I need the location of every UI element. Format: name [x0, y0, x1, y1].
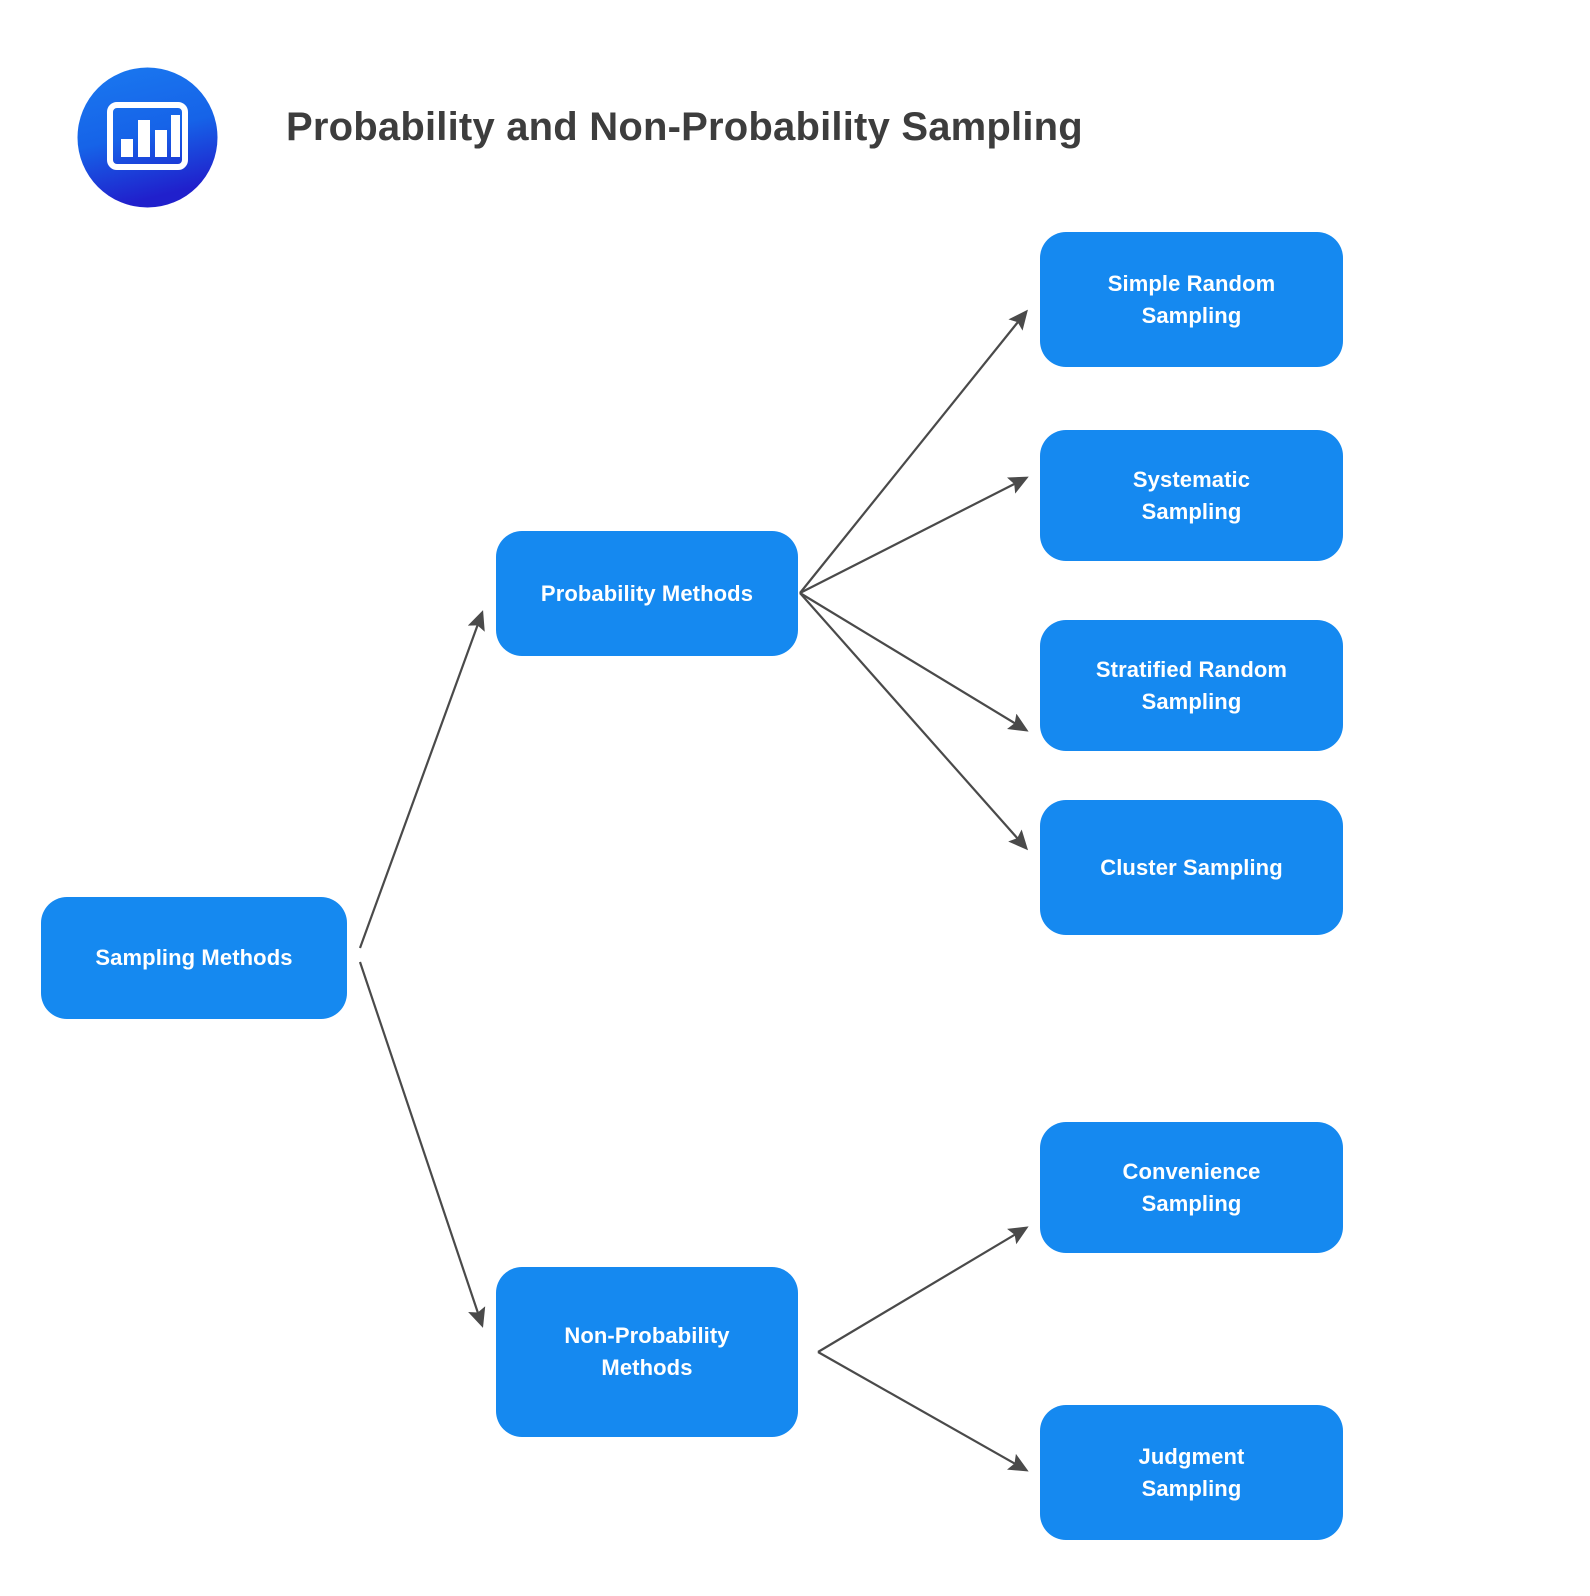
node-convenience[interactable]: Convenience Sampling: [1040, 1122, 1343, 1253]
edge-prob-to-stratified: [799, 592, 1029, 732]
node-nonprob[interactable]: Non-Probability Methods: [496, 1267, 798, 1437]
edge-prob-to-simple: [799, 309, 1028, 594]
edge-nonprob-to-judgment: [817, 1351, 1029, 1472]
edge-prob-to-cluster: [799, 592, 1029, 851]
node-convenience-label: Convenience Sampling: [1122, 1158, 1261, 1216]
node-cluster-label: Cluster Sampling: [1100, 854, 1283, 880]
node-prob[interactable]: Probability Methods: [496, 531, 798, 656]
node-nonprob-label: Non-Probability Methods: [564, 1323, 730, 1380]
node-root[interactable]: Sampling Methods: [41, 897, 347, 1019]
node-cluster[interactable]: Cluster Sampling: [1040, 800, 1343, 935]
edge-root-to-prob: [358, 610, 485, 949]
edge-root-to-nonprob: [358, 961, 486, 1328]
node-root-label: Sampling Methods: [95, 945, 293, 971]
node-systematic-label: Systematic Sampling: [1132, 466, 1251, 524]
node-judgment[interactable]: Judgment Sampling: [1040, 1405, 1343, 1540]
node-stratified[interactable]: Stratified Random Sampling: [1040, 620, 1343, 751]
node-simple[interactable]: Simple Random Sampling: [1040, 232, 1343, 367]
node-stratified-label: Stratified Random Sampling: [1095, 656, 1288, 714]
node-simple-label: Simple Random Sampling: [1107, 270, 1276, 328]
bar-chart-icon: [75, 65, 220, 210]
node-systematic[interactable]: Systematic Sampling: [1040, 430, 1343, 561]
edge-prob-to-systematic: [799, 476, 1029, 594]
node-judgment-label: Judgment Sampling: [1138, 1443, 1245, 1501]
diagram-canvas: Probability and Non-Probability Sampling…: [0, 0, 1590, 1596]
page-title: Probability and Non-Probability Sampling: [286, 105, 1083, 149]
edge-nonprob-to-convenience: [817, 1226, 1029, 1353]
node-prob-label: Probability Methods: [540, 580, 754, 606]
page-header: Probability and Non-Probability Sampling: [0, 0, 1590, 230]
